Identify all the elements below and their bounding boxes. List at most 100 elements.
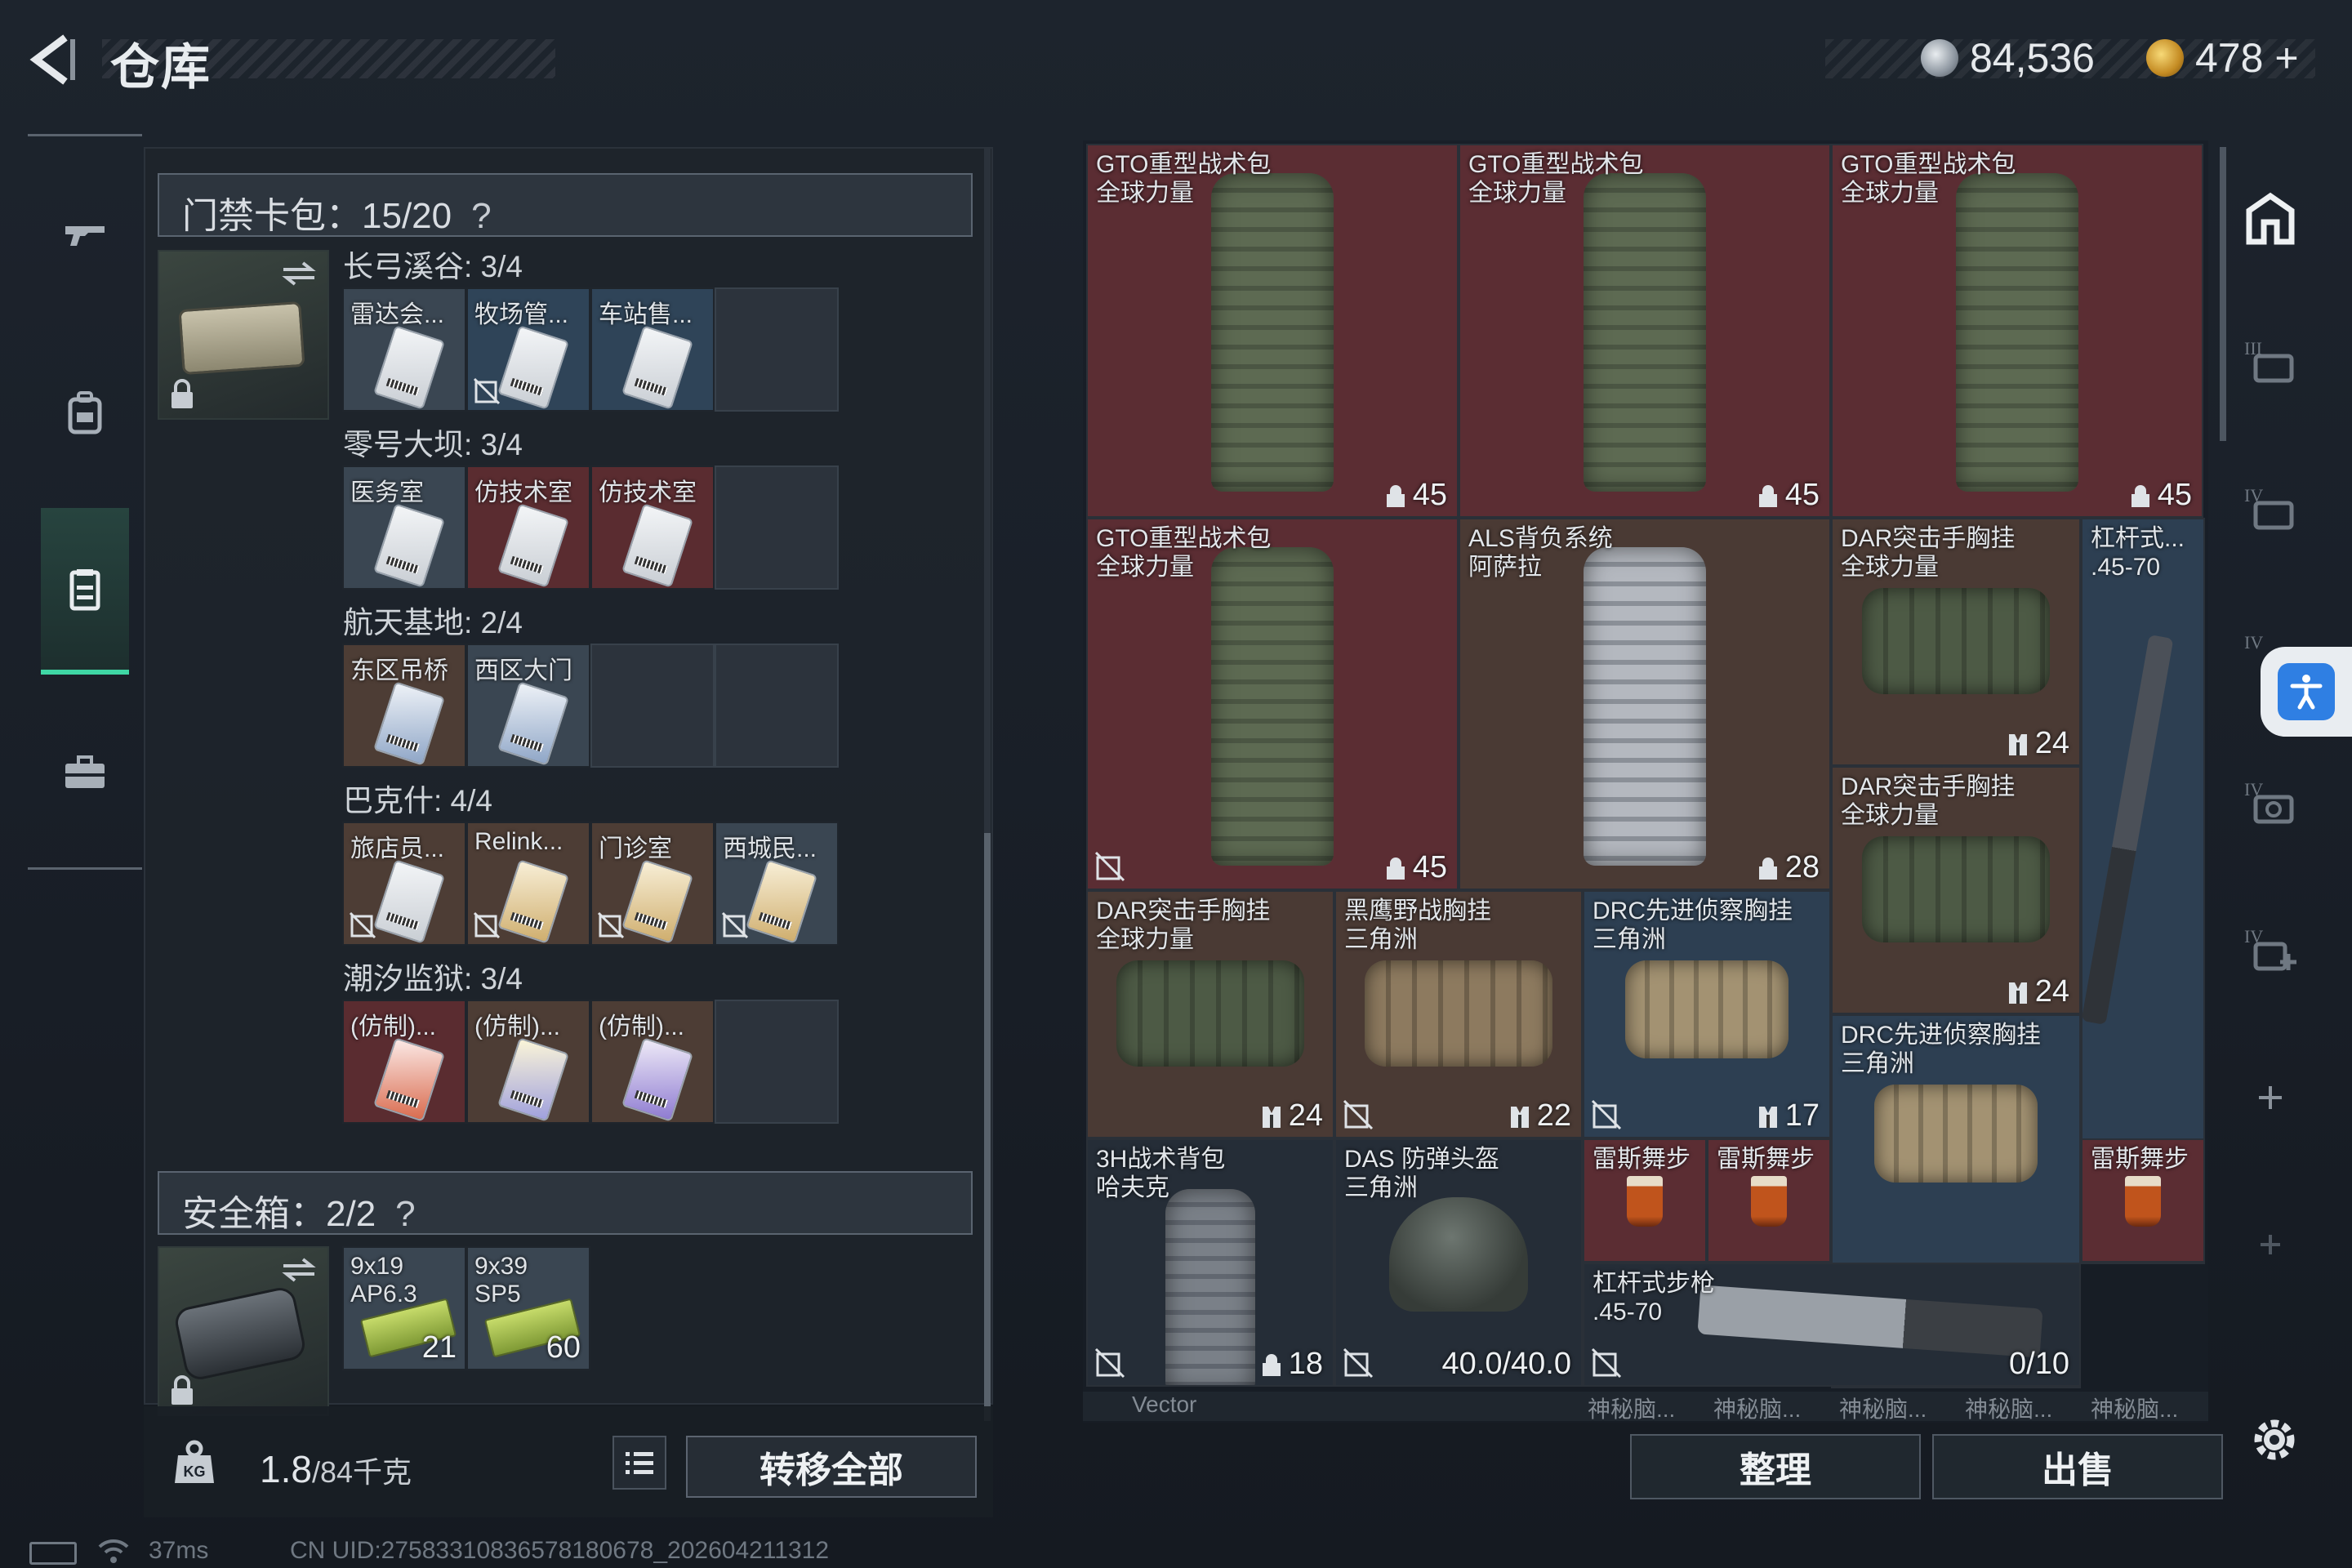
access-card-slot[interactable]: 牧场管... (466, 287, 590, 412)
access-card-slot[interactable]: Relink... (466, 822, 590, 946)
storage-tab-home[interactable] (2238, 186, 2303, 252)
access-card-icon (621, 1037, 694, 1122)
stash-row-item-label[interactable]: 神秘脑... (2091, 1392, 2178, 1424)
safe-box-image (172, 1285, 308, 1383)
stash-item[interactable]: 杠杆式步枪 .45-70 0/10 (1583, 1263, 2081, 1387)
stash-item[interactable]: GTO重型战术包 全球力量 45 (1459, 144, 1831, 518)
card-slot-row: 医务室 仿技术室 仿技术室 (342, 466, 840, 590)
durability-icon (1262, 1353, 1281, 1376)
safe-box-container[interactable] (158, 1246, 329, 1416)
empty-card-slot[interactable] (715, 644, 839, 768)
access-card-slot[interactable]: 雷达会... (342, 287, 466, 412)
access-card-slot[interactable]: 仿技术室 (466, 466, 590, 590)
access-card-slot[interactable]: 车站售... (590, 287, 715, 412)
item-stat: 45 (2128, 478, 2192, 513)
stash-item[interactable]: ALS背负系统 阿萨拉 28 (1459, 518, 1831, 890)
access-card-slot[interactable]: 旅店员... (342, 822, 466, 946)
stash-item[interactable]: DAR突击手胸挂 全球力量 24 (1831, 518, 2081, 766)
no-sell-icon (721, 911, 749, 939)
nav-weapon[interactable] (41, 172, 129, 294)
item-stat-value: 0/10 (2009, 1347, 2069, 1381)
help-icon[interactable]: ? (395, 1194, 415, 1234)
storage-tab-iii[interactable]: III (2238, 330, 2303, 395)
add-storage-button-2[interactable] (2238, 1212, 2303, 1277)
user-uid: CN UID:275833108365781806​78_20260421131… (290, 1537, 830, 1564)
gold-amount-button[interactable]: 478 + (2195, 34, 2299, 82)
access-card-slot[interactable]: (仿制)... (590, 1000, 715, 1124)
svg-text:IV: IV (2244, 632, 2263, 653)
stash-item[interactable]: 雷斯舞步 (2081, 1138, 2205, 1263)
svg-text:KG: KG (184, 1463, 206, 1480)
stash-item[interactable]: 黑鹰野战胸挂 三角洲 22 (1334, 890, 1583, 1138)
durability-icon (1758, 857, 1777, 880)
weapon-icon (65, 226, 105, 246)
access-card-label: Relink... (474, 828, 564, 855)
access-card-slot[interactable]: 门诊室 (590, 822, 715, 946)
stash-row-item-label[interactable]: 神秘脑... (1965, 1392, 2052, 1424)
item-name: DAS 防弹头盔 三角洲 (1344, 1146, 1500, 1201)
empty-card-slot[interactable] (715, 287, 839, 412)
access-card-icon (497, 503, 570, 588)
nav-backpack[interactable] (41, 351, 129, 474)
storage-tab-iv-add[interactable]: IV (2238, 918, 2303, 983)
chest-rig-image (1116, 960, 1304, 1067)
stash-item[interactable]: 3H战术背包 哈夫克 18 (1086, 1138, 1334, 1387)
access-card-label: 旅店员... (350, 835, 445, 862)
storage-tab-iv-3[interactable]: IV (2238, 771, 2303, 836)
stash-row-item-label[interactable]: Vector (1132, 1392, 1196, 1418)
item-stat-value: 45 (1412, 478, 1447, 512)
container-scroll-thumb[interactable] (984, 833, 991, 1421)
card-group-label: 航天基地: 2/4 (343, 606, 523, 639)
sell-button[interactable]: 出售 (1932, 1434, 2223, 1499)
stash-item[interactable]: DAR突击手胸挂 全球力量 24 (1086, 890, 1334, 1138)
sort-button[interactable]: 整理 (1630, 1434, 1921, 1499)
access-card-slot[interactable]: (仿制)... (466, 1000, 590, 1124)
stash-row-item-label[interactable]: 神秘脑... (1588, 1392, 1675, 1424)
stash-item[interactable]: 雷斯舞步 (1707, 1138, 1831, 1263)
stash-row-item-label[interactable]: 神秘脑... (1713, 1392, 1801, 1424)
stash-item[interactable]: GTO重型战术包 全球力量 45 (1086, 144, 1459, 518)
empty-card-slot[interactable] (590, 644, 715, 768)
access-card-slot[interactable]: 东区吊桥 (342, 644, 466, 768)
item-stat-value: 45 (1784, 478, 1820, 512)
access-card-label: 西城民... (723, 835, 817, 862)
durability-icon (2131, 484, 2149, 507)
item-stat-value: 45 (1412, 850, 1447, 884)
help-icon[interactable]: ? (471, 196, 491, 236)
swap-icon[interactable] (280, 1256, 318, 1284)
chest-rig-image (1874, 1085, 2038, 1183)
add-storage-button[interactable] (2238, 1065, 2303, 1130)
ammo-slot[interactable]: 9x19 AP6.3 21 (342, 1246, 466, 1370)
settings-gear-icon[interactable] (2246, 1411, 2303, 1468)
stash-item[interactable]: GTO重型战术包 全球力量 45 (1086, 518, 1459, 890)
backpack-image (1584, 547, 1706, 866)
stash-item[interactable]: GTO重型战术包 全球力量 45 (1831, 144, 2203, 518)
stash-item[interactable]: DRC先进侦察胸挂 三角洲 17 (1583, 890, 1831, 1138)
list-view-button[interactable] (612, 1436, 666, 1490)
swap-icon[interactable] (280, 260, 318, 287)
stash-scrollbar[interactable] (2220, 147, 2226, 441)
item-name: 雷斯舞步 (2091, 1146, 2189, 1173)
access-card-icon (372, 503, 446, 588)
stash-row-item-label[interactable]: 神秘脑... (1839, 1392, 1927, 1424)
storage-tab-iv[interactable]: IV (2238, 477, 2303, 542)
empty-card-slot[interactable] (715, 466, 839, 590)
back-button[interactable] (24, 31, 82, 88)
transfer-all-button[interactable]: 转移全部 (686, 1436, 977, 1498)
access-card-slot[interactable]: 仿技术室 (590, 466, 715, 590)
access-card-slot[interactable]: 西区大门 (466, 644, 590, 768)
access-card-slot[interactable]: 医务室 (342, 466, 466, 590)
lock-icon (172, 1375, 193, 1405)
nav-toolbox[interactable] (41, 710, 129, 833)
empty-card-slot[interactable] (715, 1000, 839, 1124)
stash-item[interactable]: DAS 防弹头盔 三角洲 40.0/40.0 (1334, 1138, 1583, 1387)
ammo-slot[interactable]: 9x39 SP5 60 (466, 1246, 590, 1370)
accessibility-button[interactable] (2261, 647, 2352, 737)
nav-storage[interactable] (41, 508, 129, 675)
stash-bottom-row: Vector 神秘脑... 神秘脑... 神秘脑... 神秘脑... 神秘脑... (1083, 1392, 2208, 1424)
access-card-bag-container[interactable] (158, 250, 329, 420)
stash-item[interactable]: 雷斯舞步 (1583, 1138, 1707, 1263)
access-card-slot[interactable]: (仿制)... (342, 1000, 466, 1124)
access-card-slot[interactable]: 西城民... (715, 822, 839, 946)
stash-item[interactable]: DAR突击手胸挂 全球力量 24 (1831, 766, 2081, 1014)
